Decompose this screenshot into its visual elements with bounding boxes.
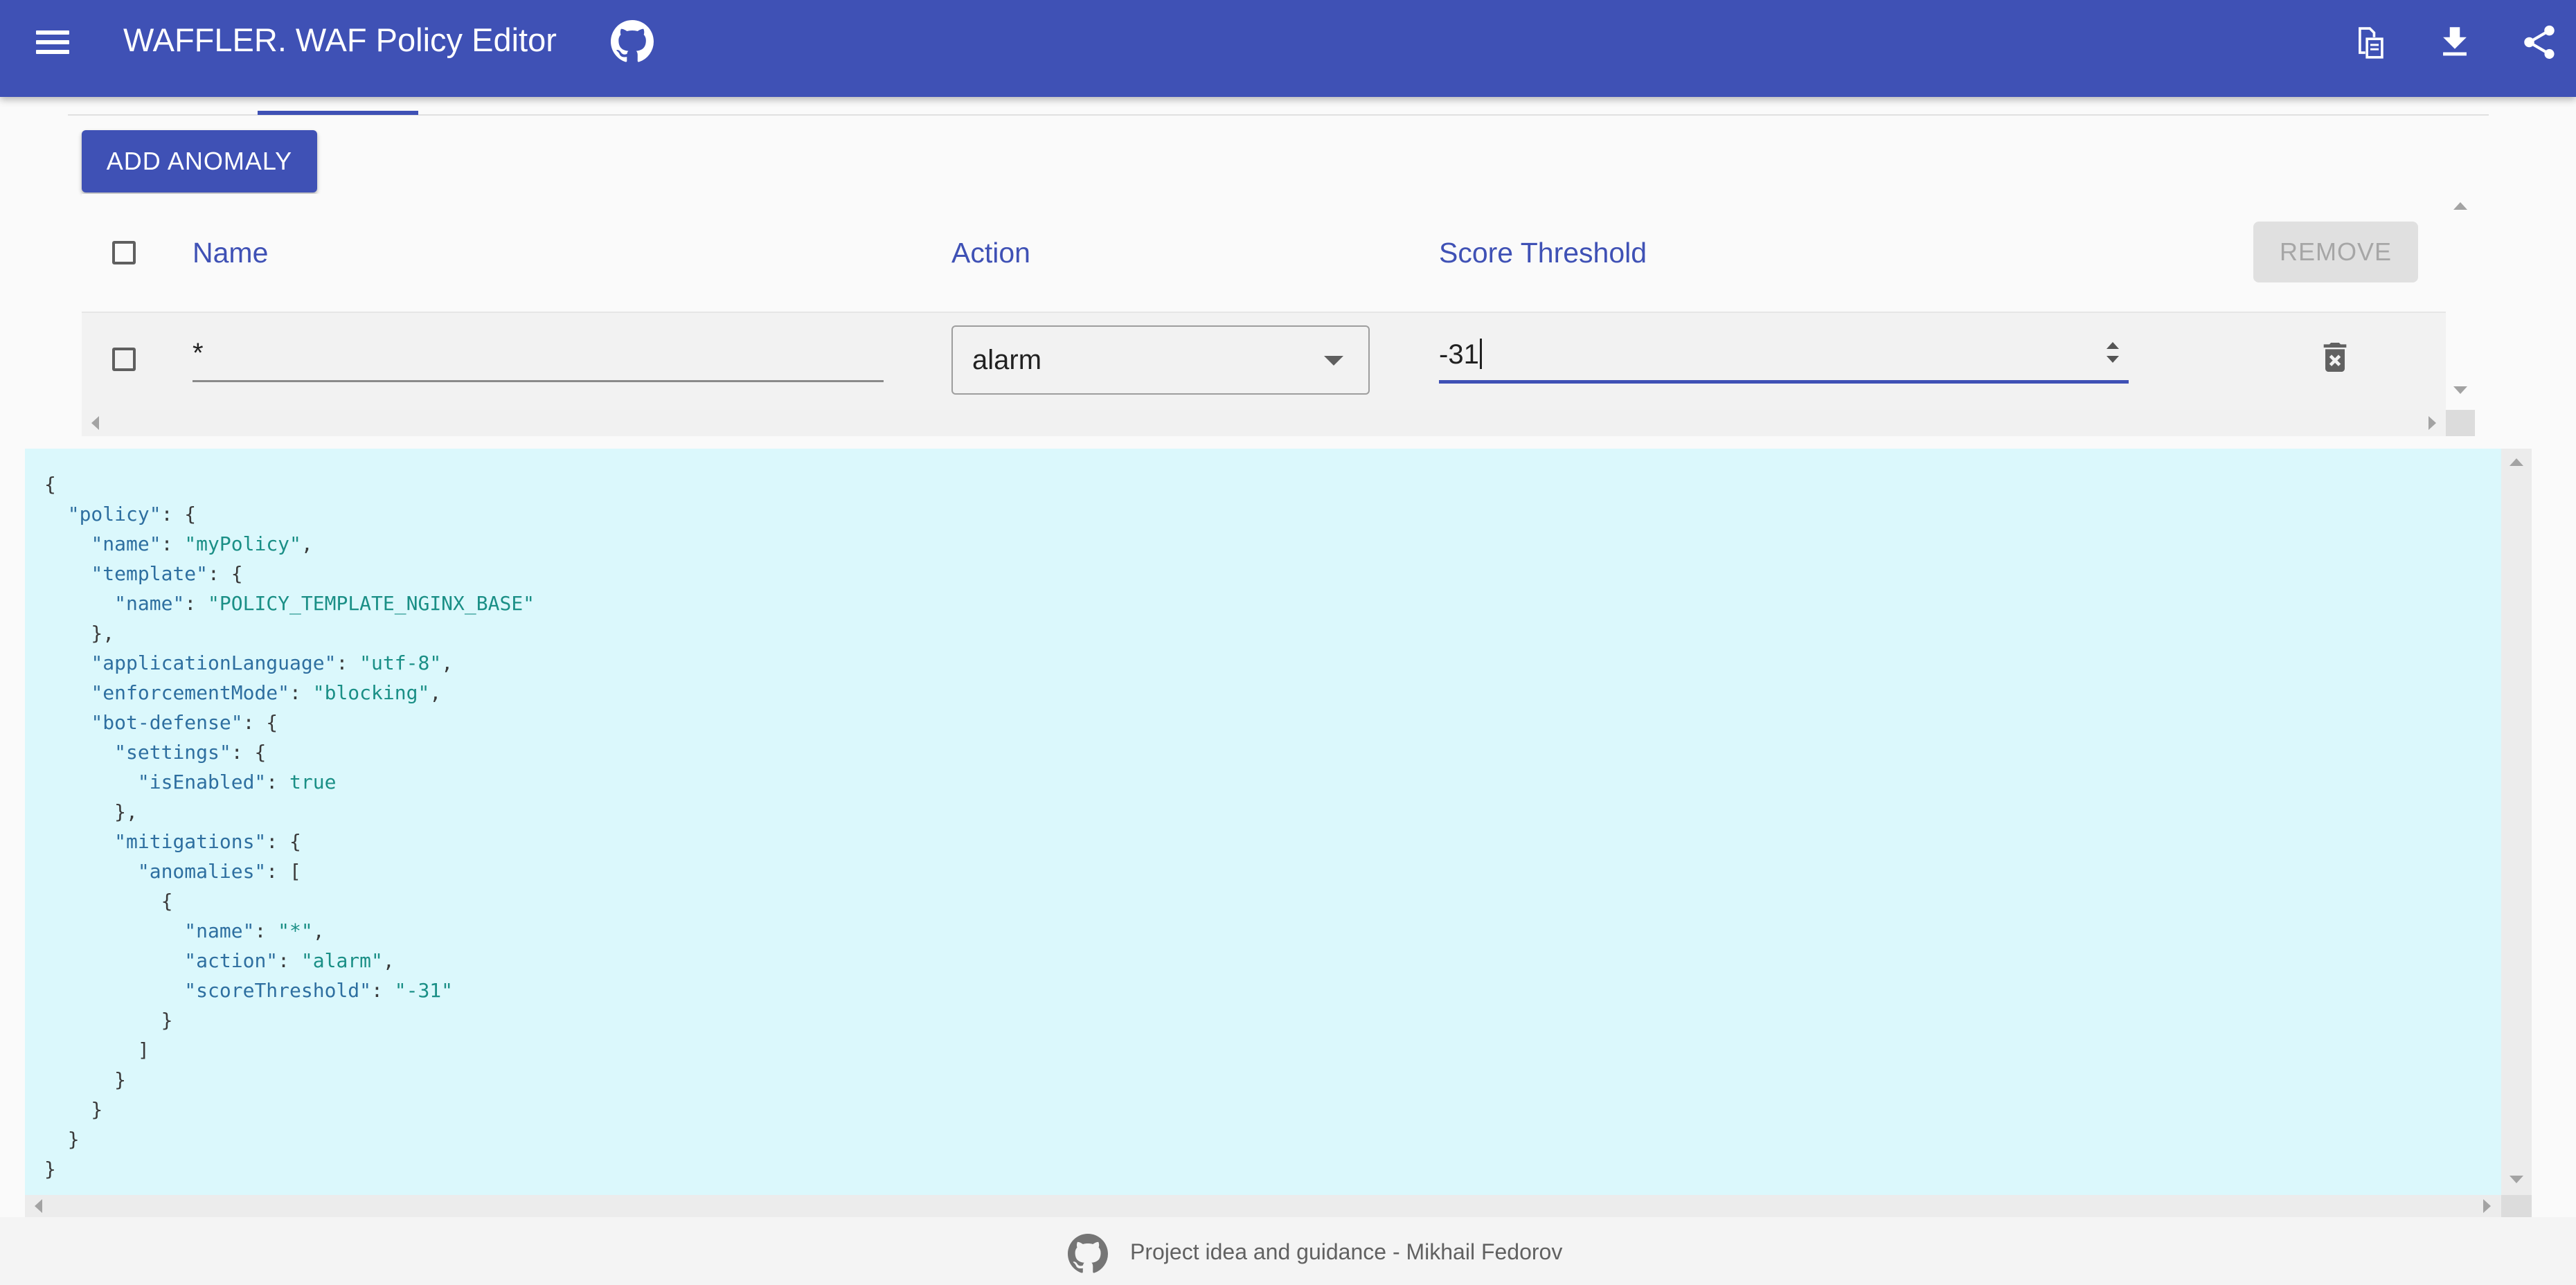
active-tab-indicator [258, 111, 418, 115]
chevron-down-icon [1324, 356, 1343, 366]
column-header-action[interactable]: Action [951, 235, 1030, 270]
table-row: alarm -31 [82, 312, 2446, 410]
json-code-area[interactable]: { "policy": { "name": "myPolicy", "templ… [25, 449, 2501, 1195]
github-icon[interactable] [1068, 1234, 1108, 1274]
select-all-checkbox[interactable] [112, 241, 136, 264]
footer: Project idea and guidance - Mikhail Fedo… [0, 1217, 2576, 1285]
footer-credit[interactable]: Project idea and guidance - Mikhail Fedo… [1130, 1238, 1562, 1266]
anomaly-name-input[interactable] [193, 327, 884, 382]
github-icon[interactable] [611, 20, 654, 63]
json-editor: { "policy": { "name": "myPolicy", "templ… [25, 449, 2532, 1217]
column-header-score-threshold[interactable]: Score Threshold [1439, 235, 1647, 270]
app-bar: WAFFLER. WAF Policy Editor [0, 0, 2576, 97]
row-checkbox[interactable] [112, 348, 136, 371]
scrollbar-corner [2446, 410, 2475, 436]
json-content: { "policy": { "name": "myPolicy", "templ… [44, 473, 535, 1180]
download-icon[interactable] [2435, 22, 2475, 62]
share-icon[interactable] [2519, 22, 2559, 62]
anomaly-action-select[interactable]: alarm [951, 325, 1370, 395]
action-select-value: alarm [972, 345, 1042, 375]
text-cursor [1479, 339, 1482, 369]
table-horizontal-scrollbar[interactable] [82, 410, 2446, 436]
tabs-divider [68, 114, 2489, 116]
editor-horizontal-scrollbar[interactable] [25, 1195, 2501, 1217]
score-threshold-input[interactable]: -31 [1439, 327, 2129, 384]
score-threshold-value: -31 [1439, 339, 1479, 370]
menu-icon[interactable] [29, 21, 78, 64]
add-anomaly-button[interactable]: ADD ANOMALY [82, 130, 317, 192]
remove-button[interactable]: REMOVE [2253, 222, 2418, 282]
paste-json-icon[interactable] [2350, 22, 2390, 62]
delete-row-icon[interactable] [2316, 338, 2354, 377]
number-spinner[interactable] [2104, 342, 2122, 367]
app-title: WAFFLER. WAF Policy Editor [123, 21, 557, 58]
table-header-row: Name Action Score Threshold REMOVE [82, 194, 2446, 312]
column-header-name[interactable]: Name [193, 235, 268, 270]
anomalies-table: Name Action Score Threshold REMOVE alarm… [82, 194, 2475, 436]
table-vertical-scrollbar[interactable] [2446, 194, 2475, 410]
editor-scrollbar-corner [2501, 1195, 2532, 1217]
editor-vertical-scrollbar[interactable] [2501, 449, 2532, 1195]
